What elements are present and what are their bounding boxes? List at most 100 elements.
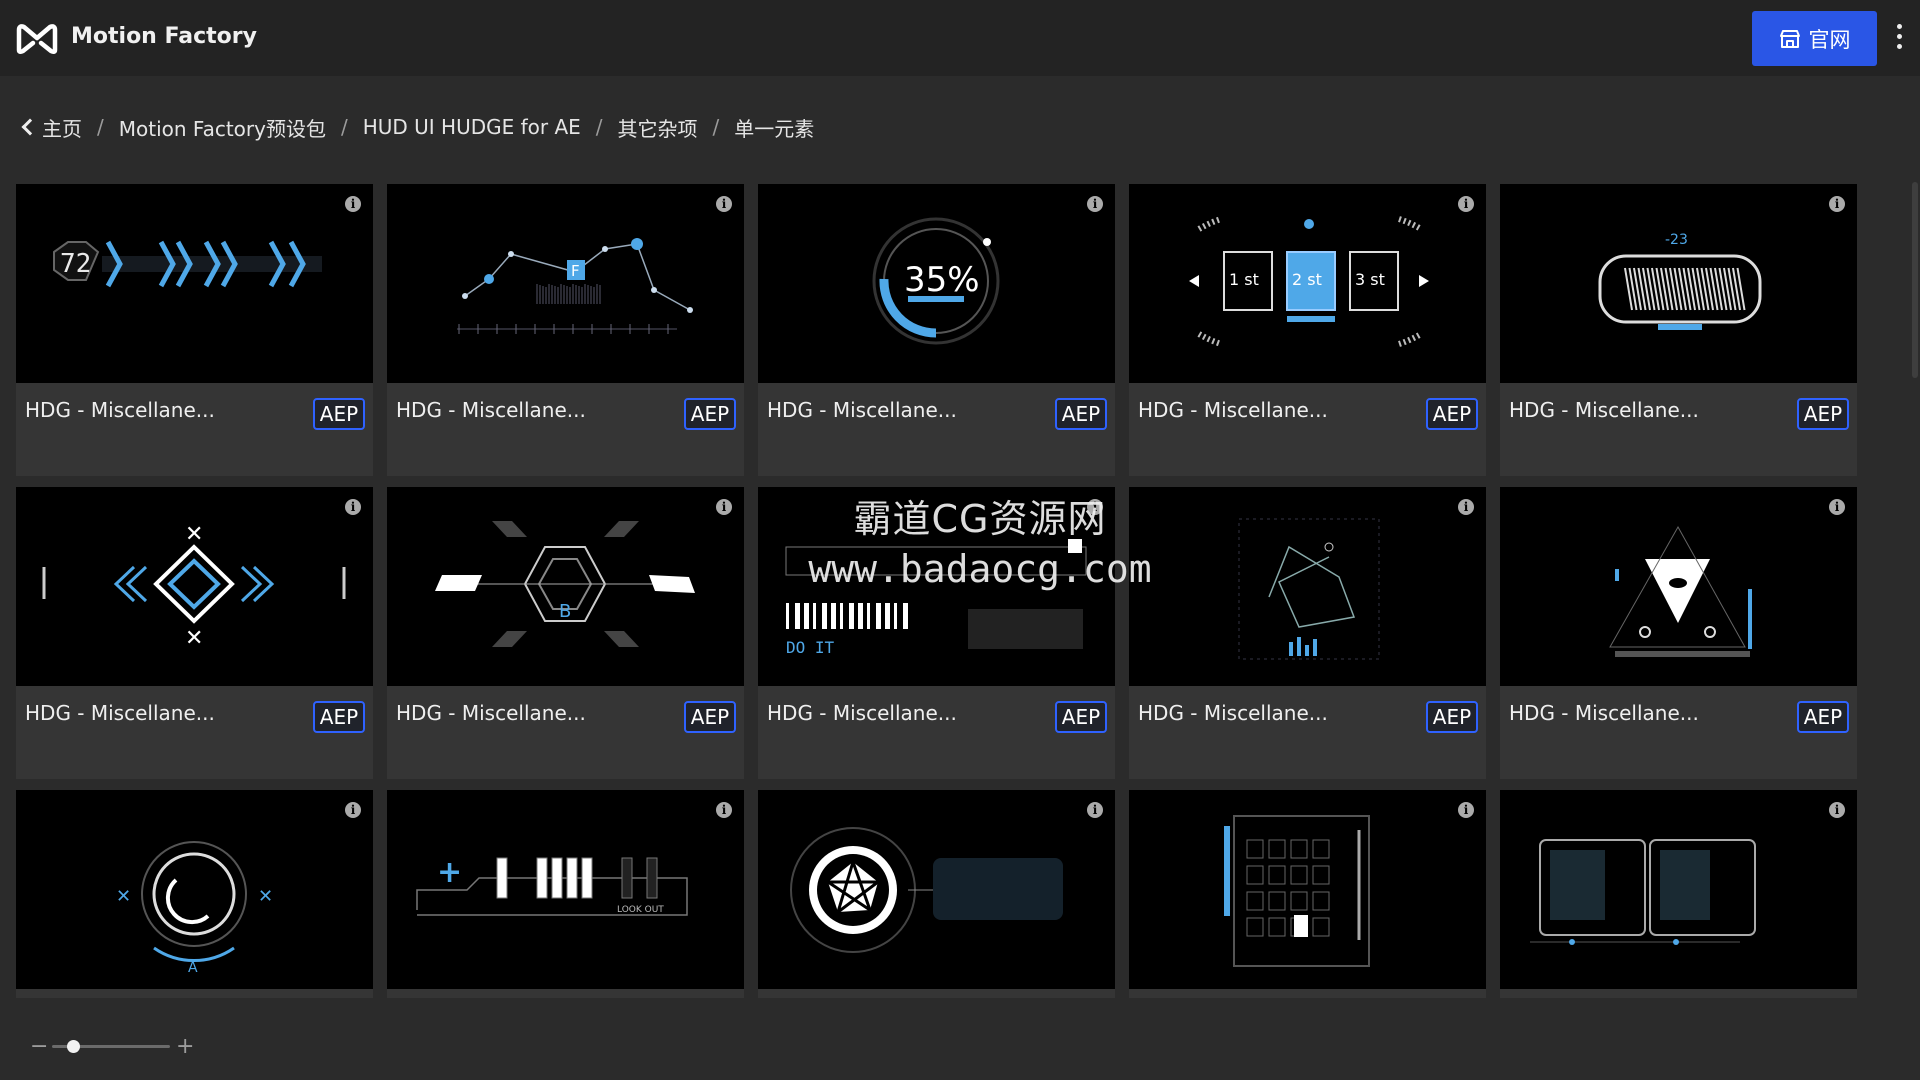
thumbnail-graphic (1224, 815, 1370, 967)
asset-card[interactable]: B i HDG - Miscellane... AEP (387, 487, 744, 779)
info-icon[interactable]: i (1087, 802, 1103, 818)
thumbnail-graphic: ✕✕ (42, 522, 346, 651)
thumb-text: 2 st (1292, 270, 1322, 289)
top-bar: Motion Factory 官网 (0, 0, 1920, 76)
thumb-text: -23 (1665, 232, 1688, 248)
thumbnail-graphic (790, 827, 1063, 953)
asset-title: HDG - Miscellane... (767, 398, 957, 422)
svg-text:✕: ✕ (116, 886, 131, 907)
asset-card[interactable]: ✕ ✕ i HDG - Miscellane... AEP (16, 487, 373, 779)
file-type-badge: AEP (1055, 398, 1107, 430)
info-icon[interactable]: i (716, 802, 732, 818)
thumbnail-graphic: -23 (1598, 232, 1762, 330)
asset-card[interactable]: ✕ ✕ Ai (16, 790, 373, 998)
info-icon[interactable]: i (1458, 499, 1474, 515)
asset-thumbnail[interactable]: DO IT i (758, 487, 1115, 686)
asset-thumbnail[interactable]: i (1129, 790, 1486, 989)
breadcrumb-separator: / (712, 115, 720, 139)
asset-card[interactable]: Fi HDG - Miscellane... AEP (387, 184, 744, 476)
more-options-icon[interactable] (1893, 24, 1905, 52)
breadcrumb: 主页 / Motion Factory预设包 / HUD UI HUDGE fo… (20, 112, 814, 142)
breadcrumb-preset-pack[interactable]: Motion Factory预设包 (119, 113, 326, 142)
breadcrumb-current[interactable]: 单一元素 (734, 113, 814, 142)
zoom-handle[interactable] (67, 1040, 81, 1053)
thumb-text: 3 st (1355, 270, 1385, 289)
asset-title: HDG - Miscellane... (1138, 701, 1328, 725)
asset-card[interactable]: i HDG - Miscellane... AEP (1500, 487, 1857, 779)
scrollbar-thumb[interactable] (1912, 182, 1918, 378)
asset-card[interactable]: i (1500, 790, 1857, 998)
motion-factory-logo-icon[interactable] (16, 20, 58, 56)
breadcrumb-hud-ui[interactable]: HUD UI HUDGE for AE (363, 115, 581, 139)
zoom-out-icon[interactable]: − (30, 1034, 48, 1059)
asset-card[interactable]: -23 i HDG - Miscellane... AEP (1500, 184, 1857, 476)
thumbnail-graphic (1609, 525, 1752, 657)
asset-card[interactable]: 1 st 2 st 3 st i HDG - Miscellane... AEP (1129, 184, 1486, 476)
asset-card[interactable]: + LOOK OUT i (387, 790, 744, 998)
asset-thumbnail[interactable]: -23 i (1500, 184, 1857, 383)
info-icon[interactable]: i (716, 196, 732, 212)
thumbnail-graphic: B (435, 521, 695, 647)
asset-thumbnail[interactable]: i (1129, 487, 1486, 686)
thumbnail-graphic: ✕ ✕ A (116, 841, 273, 976)
file-type-badge: AEP (1055, 701, 1107, 733)
asset-thumbnail[interactable]: 1 st 2 st 3 st i (1129, 184, 1486, 383)
breadcrumb-misc[interactable]: 其它杂项 (618, 113, 698, 142)
asset-thumbnail[interactable]: ✕ ✕ Ai (16, 790, 373, 989)
file-type-badge: AEP (1426, 398, 1478, 430)
asset-thumbnail[interactable]: i (758, 790, 1115, 989)
thumb-text: 1 st (1229, 270, 1259, 289)
asset-thumbnail[interactable]: B i (387, 487, 744, 686)
zoom-in-icon[interactable]: + (176, 1034, 194, 1059)
file-type-badge: AEP (313, 398, 365, 430)
asset-thumbnail[interactable]: + LOOK OUT i (387, 790, 744, 989)
asset-title: HDG - Miscellane... (1509, 701, 1699, 725)
info-icon[interactable]: i (1458, 196, 1474, 212)
asset-thumbnail[interactable]: 35% i (758, 184, 1115, 383)
asset-title: HDG - Miscellane... (396, 701, 586, 725)
thumb-text: DO IT (786, 638, 835, 657)
info-icon[interactable]: i (716, 499, 732, 515)
asset-title: HDG - Miscellane... (396, 398, 586, 422)
info-icon[interactable]: i (345, 499, 361, 515)
thumb-text: 35% (904, 260, 980, 300)
asset-thumbnail[interactable]: 72 i (16, 184, 373, 383)
official-site-button[interactable]: 官网 (1752, 11, 1877, 66)
asset-thumbnail[interactable]: ✕ ✕ i (16, 487, 373, 686)
svg-text:✕: ✕ (258, 886, 273, 907)
thumb-text: F (571, 262, 580, 280)
asset-card[interactable]: i (758, 790, 1115, 998)
file-type-badge: AEP (1797, 701, 1849, 733)
thumbnail-graphic: 72 (53, 240, 322, 288)
asset-title: HDG - Miscellane... (25, 398, 215, 422)
thumbnail-graphic: + LOOK OUT (416, 855, 688, 916)
info-icon[interactable]: i (345, 802, 361, 818)
file-type-badge: AEP (684, 398, 736, 430)
asset-thumbnail[interactable]: Fi (387, 184, 744, 383)
breadcrumb-separator: / (97, 115, 104, 139)
thumb-text: LOOK OUT (617, 905, 664, 915)
breadcrumb-separator: / (595, 115, 603, 139)
asset-card[interactable]: i HDG - Miscellane... AEP (1129, 487, 1486, 779)
asset-card[interactable]: 72 i HDG - Miscellane... AEP (16, 184, 373, 476)
info-icon[interactable]: i (345, 196, 361, 212)
asset-title: HDG - Miscellane... (767, 701, 957, 725)
info-icon[interactable]: i (1829, 196, 1845, 212)
info-icon[interactable]: i (1829, 499, 1845, 515)
thumb-text: A (188, 960, 198, 976)
breadcrumb-home[interactable]: 主页 (42, 113, 82, 142)
info-icon[interactable]: i (1087, 196, 1103, 212)
svg-text:✕: ✕ (185, 522, 203, 547)
asset-card[interactable]: DO IT i HDG - Miscellane... AEP (758, 487, 1115, 779)
info-icon[interactable]: i (1458, 802, 1474, 818)
store-icon (1779, 29, 1800, 48)
info-icon[interactable]: i (1087, 499, 1103, 515)
back-chevron-icon[interactable] (21, 118, 39, 136)
asset-grid: 72 i HDG - Miscellane... AEP Fi HDG - Miscel… (16, 184, 1858, 998)
file-type-badge: AEP (684, 701, 736, 733)
asset-thumbnail[interactable]: i (1500, 790, 1857, 989)
asset-card[interactable]: 35% i HDG - Miscellane... AEP (758, 184, 1115, 476)
asset-card[interactable]: i (1129, 790, 1486, 998)
info-icon[interactable]: i (1829, 802, 1845, 818)
asset-thumbnail[interactable]: i (1500, 487, 1857, 686)
